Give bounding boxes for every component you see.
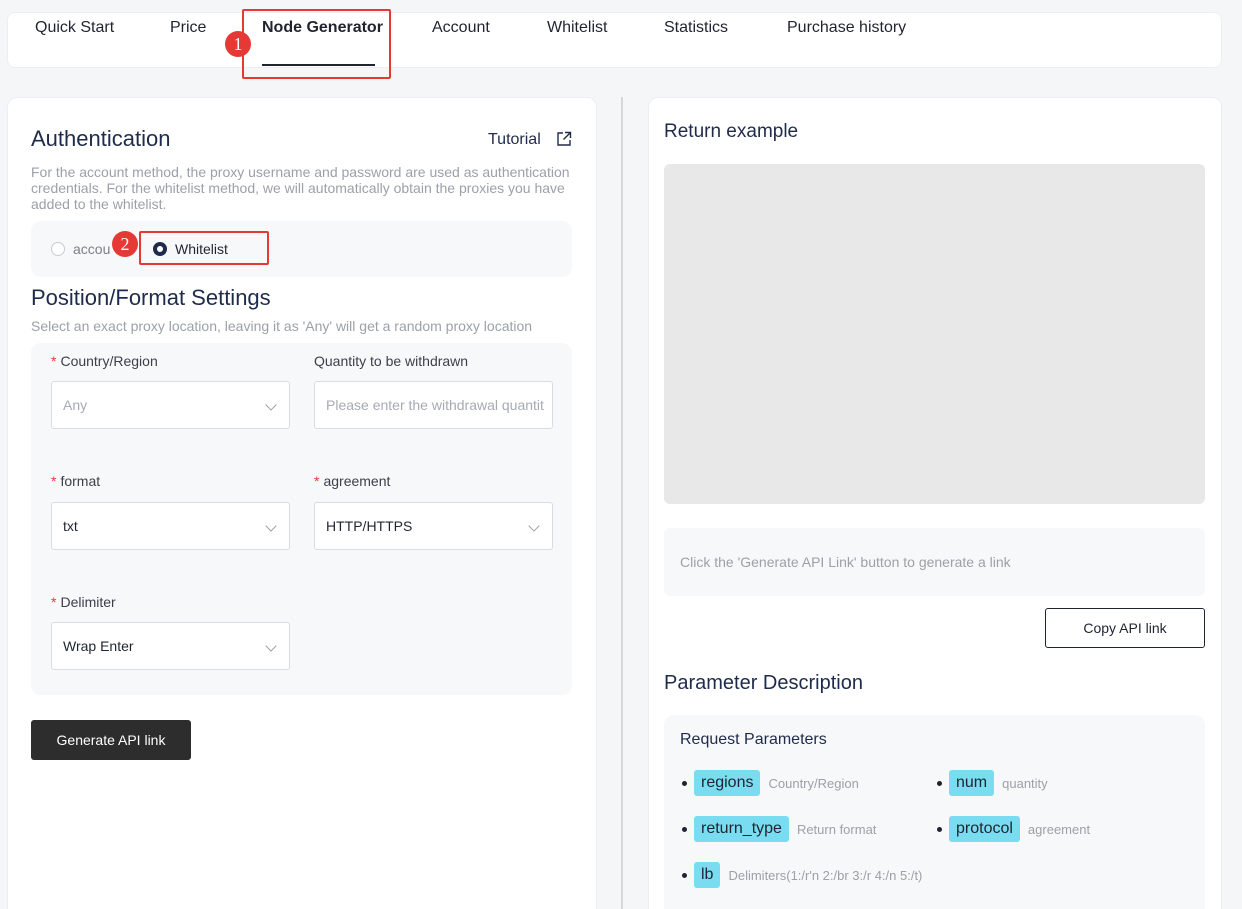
return-example-area	[664, 164, 1205, 504]
auth-description-line1: For the account method, the proxy userna…	[31, 164, 570, 180]
copy-api-link-button[interactable]: Copy API link	[1045, 608, 1205, 648]
tab-statistics[interactable]: Statistics	[664, 0, 728, 56]
parameter-description-title: Parameter Description	[664, 672, 863, 694]
bullet-icon	[937, 780, 942, 786]
param-item: protocol agreement	[937, 816, 1090, 842]
active-tab-underline	[262, 64, 375, 66]
chevron-down-icon	[528, 520, 540, 532]
radio-whitelist[interactable]	[153, 242, 167, 256]
param-name: protocol	[949, 816, 1020, 842]
delimiter-label: * Delimiter	[51, 594, 116, 610]
tab-account[interactable]: Account	[432, 0, 490, 56]
param-desc: Delimiters(1:/r'n 2:/br 3:/r 4:/n 5:/t)	[728, 867, 923, 883]
country-select[interactable]: Any	[51, 381, 290, 429]
api-link-area: Click the 'Generate API Link' button to …	[664, 528, 1205, 596]
bullet-icon	[682, 780, 687, 786]
format-label: * format	[51, 473, 100, 489]
radio-account[interactable]	[51, 242, 65, 256]
panel-divider	[621, 97, 623, 909]
auth-description-line3: added to the whitelist.	[31, 196, 167, 212]
required-mark: *	[51, 473, 57, 489]
format-select-value: txt	[63, 518, 78, 534]
chevron-down-icon	[265, 640, 277, 652]
radio-account-label[interactable]: accou	[73, 241, 110, 257]
required-mark: *	[51, 594, 57, 610]
param-name: num	[949, 770, 995, 796]
radio-whitelist-label[interactable]: Whitelist	[175, 241, 228, 257]
agreement-label: * agreement	[314, 473, 390, 489]
param-item: return_type Return format	[682, 816, 876, 842]
required-mark: *	[51, 353, 57, 369]
annotation-number-1: 1	[225, 31, 251, 57]
param-desc: quantity	[1002, 775, 1048, 791]
country-label-text: Country/Region	[60, 353, 158, 369]
settings-description: Select an exact proxy location, leaving …	[31, 318, 533, 334]
request-parameters-title: Request Parameters	[680, 731, 827, 748]
bullet-icon	[682, 872, 687, 878]
delimiter-select[interactable]: Wrap Enter	[51, 622, 290, 670]
annotation-number-2: 2	[112, 231, 138, 257]
tab-node-generator[interactable]: Node Generator	[262, 0, 383, 56]
tab-price[interactable]: Price	[170, 0, 206, 56]
external-link-icon[interactable]	[556, 131, 572, 147]
country-label: * Country/Region	[51, 353, 158, 369]
param-item: num quantity	[937, 770, 1048, 796]
quantity-label: Quantity to be withdrawn	[314, 353, 469, 369]
quantity-input[interactable]: Please enter the withdrawal quantit	[314, 381, 553, 429]
agreement-select-value: HTTP/HTTPS	[326, 518, 413, 534]
agreement-label-text: agreement	[323, 473, 391, 489]
required-mark: *	[314, 473, 320, 489]
tutorial-link[interactable]: Tutorial	[488, 131, 541, 149]
chevron-down-icon	[265, 399, 277, 411]
authentication-title: Authentication	[31, 126, 171, 151]
param-desc: Return format	[796, 821, 877, 837]
bullet-icon	[682, 826, 687, 832]
param-item: regions Country/Region	[682, 770, 859, 796]
tab-purchase-history[interactable]: Purchase history	[787, 0, 906, 56]
bullet-icon	[937, 826, 942, 832]
return-example-title: Return example	[664, 121, 799, 142]
tab-quick-start[interactable]: Quick Start	[35, 0, 114, 56]
param-name: return_type	[694, 816, 789, 842]
param-item: lb Delimiters(1:/r'n 2:/br 3:/r 4:/n 5:/t…	[682, 862, 922, 888]
country-select-value: Any	[63, 397, 88, 413]
auth-description-line2: credentials. For the whitelist method, w…	[31, 180, 565, 196]
param-desc: Country/Region	[768, 775, 859, 791]
tab-whitelist[interactable]: Whitelist	[547, 0, 607, 56]
param-name: lb	[694, 862, 721, 888]
chevron-down-icon	[265, 520, 277, 532]
settings-title: Position/Format Settings	[31, 285, 271, 310]
param-desc: agreement	[1027, 821, 1091, 837]
delimiter-label-text: Delimiter	[60, 594, 116, 610]
agreement-select[interactable]: HTTP/HTTPS	[314, 502, 553, 550]
delimiter-select-value: Wrap Enter	[63, 638, 134, 654]
generate-api-link-button[interactable]: Generate API link	[31, 720, 191, 760]
param-name: regions	[694, 770, 761, 796]
format-label-text: format	[60, 473, 101, 489]
format-select[interactable]: txt	[51, 502, 290, 550]
